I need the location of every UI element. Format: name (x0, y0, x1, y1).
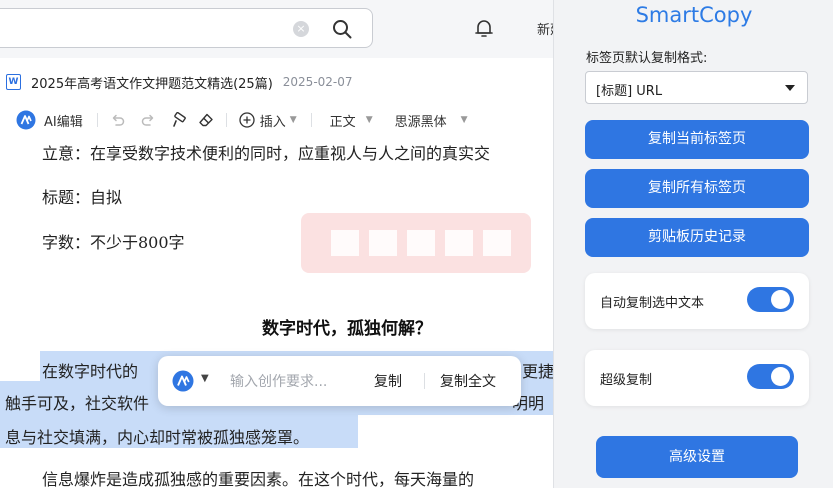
text-style-label: 正文 (329, 114, 356, 130)
advanced-settings-button[interactable]: 高级设置 (596, 436, 798, 478)
toolbar-divider (310, 113, 312, 127)
format-select-value: [标题] URL (596, 84, 663, 99)
chevron-down-icon[interactable]: ▼ (201, 373, 209, 384)
super-copy-card: 超级复制 (585, 350, 809, 406)
toggle-knob (771, 367, 790, 386)
smartcopy-panel: SmartCopy 标签页默认复制格式: [标题] URL 复制当前标签页 复制… (553, 0, 833, 488)
essay-heading: 数字时代，孤独何解？ (262, 319, 432, 339)
auto-copy-card: 自动复制选中文本 (585, 273, 809, 329)
clear-search-icon[interactable]: × (293, 21, 309, 37)
file-date: 2025-02-07 (282, 75, 353, 89)
super-copy-label: 超级复制 (600, 373, 653, 388)
panel-title: SmartCopy (635, 3, 753, 27)
para2-line1: 信息爆炸是造成孤独感的重要因素。在这个时代，每天海量的 (42, 470, 475, 488)
toolbar-divider (225, 113, 227, 127)
copy-all-tabs-button[interactable]: 复制所有标签页 (585, 169, 809, 208)
copy-current-tab-button[interactable]: 复制当前标签页 (585, 120, 809, 159)
eraser-icon[interactable] (198, 112, 214, 128)
doc-line-wordcount: 字数：不少于800字 (42, 233, 185, 252)
redo-icon[interactable] (140, 112, 156, 128)
format-painter-icon[interactable] (170, 112, 186, 128)
blurred-watermark (301, 213, 531, 273)
insert-label: 插入 (259, 114, 286, 130)
format-toolbar: AI编辑 插入 ▼ 正文 ▼ 思源黑体 ▼ (16, 108, 468, 132)
document-editor: × 新建 W 2025年高考语文作文押题范文精选(25篇) 2025-02-07… (0, 0, 553, 488)
chevron-down-icon: ▼ (460, 115, 468, 125)
auto-copy-toggle[interactable] (747, 287, 794, 312)
font-dropdown[interactable]: 思源黑体 ▼ (395, 111, 468, 130)
doc-line-idea: 立意：在享受数字技术便利的同时，应重视人与人之间的真实交 (42, 144, 491, 163)
auto-copy-label: 自动复制选中文本 (600, 296, 705, 311)
watermark-block (483, 230, 511, 256)
ai-logo-icon[interactable] (172, 370, 194, 392)
super-copy-toggle[interactable] (747, 364, 794, 389)
insert-dropdown[interactable]: 插入 ▼ (239, 111, 297, 130)
ai-floating-toolbar: ▼ 输入创作要求... 复制 复制全文 (158, 356, 521, 406)
ai-edit-label: AI编辑 (44, 114, 83, 130)
doc-line-title: 标题：自拟 (42, 188, 123, 207)
format-label: 标签页默认复制格式: (586, 51, 708, 66)
font-label: 思源黑体 (394, 114, 447, 130)
ai-edit-button[interactable]: AI编辑 (16, 110, 83, 130)
para1-line2-start[interactable]: 触手可及，社交软件 (5, 390, 149, 414)
file-title[interactable]: 2025年高考语文作文押题范文精选(25篇) (31, 73, 273, 92)
watermark-block (445, 230, 473, 256)
word-document-icon: W (6, 74, 21, 90)
para1-line1-end[interactable]: 更捷 (522, 358, 553, 382)
para1-line3[interactable]: 息与社交填满，内心却时常被孤独感笼罩。 (5, 424, 309, 448)
clipboard-history-button[interactable]: 剪贴板历史记录 (585, 218, 809, 257)
new-document-button[interactable]: 新建 (537, 19, 553, 38)
copy-all-button[interactable]: 复制全文 (440, 371, 496, 391)
search-icon[interactable] (331, 18, 353, 40)
toolbar-divider (424, 373, 425, 389)
notification-bell-icon[interactable] (472, 16, 496, 40)
para1-line1-start[interactable]: 在数字时代的 (42, 358, 138, 382)
undo-icon[interactable] (110, 112, 126, 128)
toolbar-divider (96, 113, 98, 127)
dropdown-arrow-icon (785, 85, 795, 91)
chevron-down-icon: ▼ (289, 115, 297, 125)
creation-prompt-input[interactable]: 输入创作要求... (230, 371, 327, 391)
chevron-down-icon: ▼ (365, 115, 373, 125)
top-bar: × 新建 (0, 0, 553, 58)
watermark-block (331, 230, 359, 256)
search-input[interactable]: × (0, 8, 373, 48)
watermark-block (369, 230, 397, 256)
format-select[interactable]: [标题] URL (585, 71, 808, 104)
copy-button[interactable]: 复制 (374, 371, 402, 391)
text-style-dropdown[interactable]: 正文 ▼ (330, 111, 373, 130)
toggle-knob (771, 290, 790, 309)
plus-circle-icon (239, 112, 255, 128)
file-info: W 2025年高考语文作文押题范文精选(25篇) 2025-02-07 (6, 71, 353, 93)
watermark-block (407, 230, 435, 256)
ai-logo-icon (16, 110, 36, 130)
